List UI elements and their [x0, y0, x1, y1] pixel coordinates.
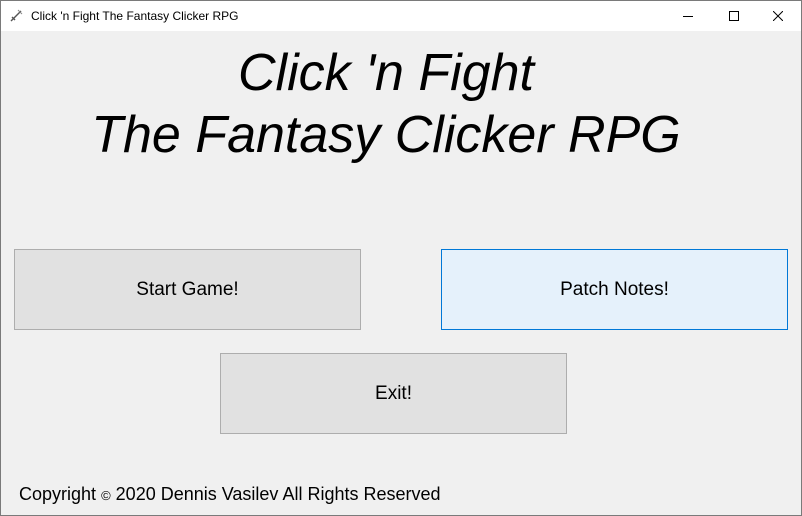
sword-icon: [9, 9, 23, 23]
minimize-icon: [683, 16, 693, 17]
app-window: Click 'n Fight The Fantasy Clicker RPG C…: [0, 0, 802, 516]
patch-notes-button[interactable]: Patch Notes!: [441, 249, 788, 330]
exit-button[interactable]: Exit!: [220, 353, 567, 434]
title-bar[interactable]: Click 'n Fight The Fantasy Clicker RPG: [1, 1, 801, 31]
game-title-line-2: The Fantasy Clicker RPG: [91, 106, 681, 164]
game-title-line-1: Click 'n Fight: [237, 44, 534, 102]
start-game-button[interactable]: Start Game!: [14, 249, 361, 330]
close-icon: [773, 11, 783, 21]
copyright-text: 2020 Dennis Vasilev All Rights Reserved: [115, 484, 441, 504]
copyright-symbol: ©: [101, 488, 111, 503]
copyright-prefix: Copyright: [19, 484, 97, 504]
minimize-button[interactable]: [665, 1, 711, 31]
maximize-button[interactable]: [711, 1, 757, 31]
close-button[interactable]: [755, 1, 801, 31]
window-title: Click 'n Fight The Fantasy Clicker RPG: [31, 9, 239, 23]
maximize-icon: [729, 11, 739, 21]
copyright-notice: Copyright © 2020 Dennis Vasilev All Righ…: [19, 484, 441, 505]
